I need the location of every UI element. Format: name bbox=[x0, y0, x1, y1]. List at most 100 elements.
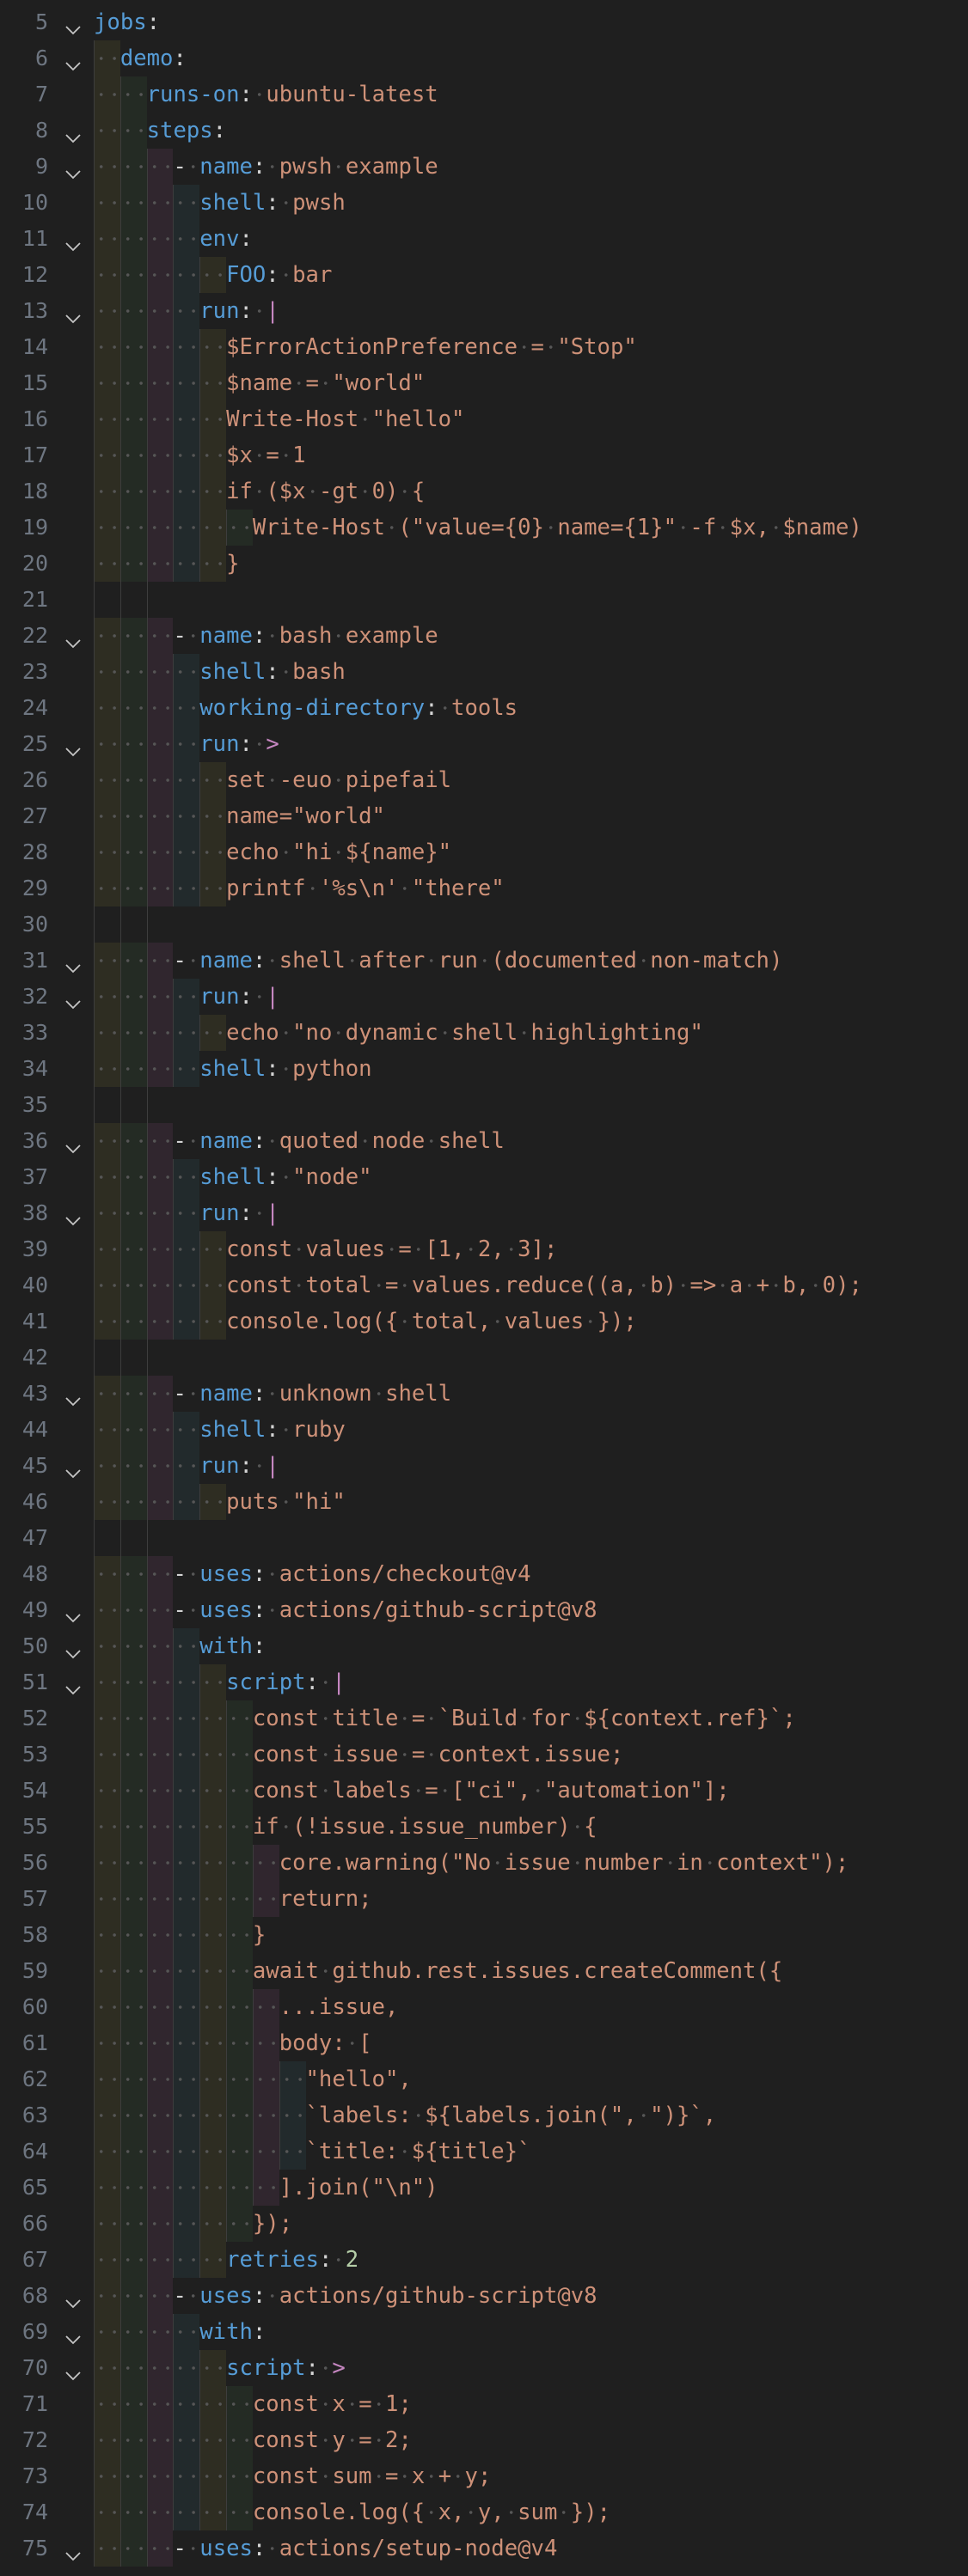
code-content[interactable]: $x = 1 bbox=[94, 437, 306, 473]
code-line[interactable]: 20 } bbox=[0, 546, 968, 582]
code-line[interactable]: 44 shell: ruby bbox=[0, 1412, 968, 1448]
code-content[interactable]: } bbox=[94, 1917, 266, 1953]
code-line[interactable]: 27 name="world" bbox=[0, 798, 968, 834]
code-line[interactable]: 24 working-directory: tools bbox=[0, 690, 968, 726]
code-content[interactable]: - name: bash example bbox=[94, 618, 438, 654]
code-line[interactable]: 73 const sum = x + y; bbox=[0, 2458, 968, 2494]
code-content[interactable]: shell: bash bbox=[94, 654, 346, 690]
chevron-down-icon[interactable] bbox=[64, 1205, 83, 1226]
chevron-down-icon[interactable] bbox=[64, 2540, 83, 2561]
code-content[interactable]: - name: quoted node shell bbox=[94, 1123, 505, 1159]
code-line[interactable]: 45 run: | bbox=[0, 1448, 968, 1484]
code-content[interactable]: console.log({ total, values }); bbox=[94, 1303, 637, 1340]
code-line[interactable]: 61 body: [ bbox=[0, 2025, 968, 2061]
code-content[interactable]: echo "hi ${name}" bbox=[94, 834, 451, 870]
chevron-down-icon[interactable] bbox=[64, 1602, 83, 1623]
code-content[interactable]: - name: shell after run (documented non-… bbox=[94, 943, 782, 979]
code-content[interactable]: ...issue, bbox=[94, 1989, 398, 2025]
code-content[interactable]: runs-on: ubuntu-latest bbox=[94, 76, 438, 113]
code-line[interactable]: 54 const labels = ["ci", "automation"]; bbox=[0, 1773, 968, 1809]
code-content[interactable]: const y = 2; bbox=[94, 2422, 412, 2458]
code-content[interactable]: const issue = context.issue; bbox=[94, 1737, 623, 1773]
code-line[interactable]: 16 Write-Host "hello" bbox=[0, 401, 968, 437]
code-content[interactable]: working-directory: tools bbox=[94, 690, 518, 726]
chevron-down-icon[interactable] bbox=[64, 952, 83, 974]
code-line[interactable]: 52 const title = `Build for ${context.re… bbox=[0, 1700, 968, 1737]
code-line[interactable]: 70 script: > bbox=[0, 2350, 968, 2386]
chevron-down-icon[interactable] bbox=[64, 1457, 83, 1479]
code-content[interactable]: FOO: bar bbox=[94, 257, 332, 293]
code-content[interactable]: run: | bbox=[94, 979, 279, 1015]
code-content[interactable]: return; bbox=[94, 1881, 372, 1917]
code-content[interactable]: - uses: actions/github-script@v8 bbox=[94, 2278, 597, 2314]
chevron-down-icon[interactable] bbox=[64, 1132, 83, 1154]
code-content[interactable]: const sum = x + y; bbox=[94, 2458, 491, 2494]
code-content[interactable]: body: [ bbox=[94, 2025, 372, 2061]
code-content[interactable]: const x = 1; bbox=[94, 2386, 412, 2422]
chevron-down-icon[interactable] bbox=[64, 50, 83, 71]
code-content[interactable]: run: | bbox=[94, 1448, 279, 1484]
code-line[interactable]: 39 const values = [1, 2, 3]; bbox=[0, 1231, 968, 1267]
code-line[interactable]: 11 env: bbox=[0, 221, 968, 257]
code-content[interactable]: shell: "node" bbox=[94, 1159, 372, 1195]
code-content[interactable]: console.log({ x, y, sum }); bbox=[94, 2494, 610, 2530]
code-line[interactable]: 15 $name = "world" bbox=[0, 365, 968, 401]
code-line[interactable]: 36 - name: quoted node shell bbox=[0, 1123, 968, 1159]
code-content[interactable]: Write-Host "hello" bbox=[94, 401, 464, 437]
code-content[interactable]: shell: ruby bbox=[94, 1412, 346, 1448]
code-line[interactable]: 31 - name: shell after run (documented n… bbox=[0, 943, 968, 979]
code-content[interactable]: }); bbox=[94, 2206, 292, 2242]
code-content[interactable]: const labels = ["ci", "automation"]; bbox=[94, 1773, 730, 1809]
code-content[interactable]: demo: bbox=[94, 40, 187, 76]
code-line[interactable]: 51 script: | bbox=[0, 1664, 968, 1700]
code-line[interactable]: 37 shell: "node" bbox=[0, 1159, 968, 1195]
code-line[interactable]: 21 bbox=[0, 582, 968, 618]
code-line[interactable]: 71 const x = 1; bbox=[0, 2386, 968, 2422]
code-line[interactable]: 60 ...issue, bbox=[0, 1989, 968, 2025]
code-line[interactable]: 35 bbox=[0, 1087, 968, 1123]
code-line[interactable]: 41 console.log({ total, values }); bbox=[0, 1303, 968, 1340]
chevron-down-icon[interactable] bbox=[64, 736, 83, 757]
code-content[interactable]: retries: 2 bbox=[94, 2242, 358, 2278]
code-line[interactable]: 57 return; bbox=[0, 1881, 968, 1917]
chevron-down-icon[interactable] bbox=[64, 302, 83, 324]
chevron-down-icon[interactable] bbox=[64, 2287, 83, 2309]
code-line[interactable]: 22 - name: bash example bbox=[0, 618, 968, 654]
code-content[interactable]: "hello", bbox=[94, 2061, 412, 2097]
code-line[interactable]: 32 run: | bbox=[0, 979, 968, 1015]
code-content[interactable]: const title = `Build for ${context.ref}`… bbox=[94, 1700, 796, 1737]
chevron-down-icon[interactable] bbox=[64, 2359, 83, 2381]
code-line[interactable]: 66 }); bbox=[0, 2206, 968, 2242]
code-line[interactable]: 74 console.log({ x, y, sum }); bbox=[0, 2494, 968, 2530]
code-content[interactable]: run: | bbox=[94, 293, 279, 329]
code-content[interactable]: const values = [1, 2, 3]; bbox=[94, 1231, 557, 1267]
code-content[interactable]: core.warning("No issue number in context… bbox=[94, 1845, 849, 1881]
code-line[interactable]: 67 retries: 2 bbox=[0, 2242, 968, 2278]
code-line[interactable]: 28 echo "hi ${name}" bbox=[0, 834, 968, 870]
code-line[interactable]: 34 shell: python bbox=[0, 1051, 968, 1087]
code-line[interactable]: 43 - name: unknown shell bbox=[0, 1376, 968, 1412]
code-content[interactable]: if ($x -gt 0) { bbox=[94, 473, 425, 510]
code-content[interactable]: script: | bbox=[94, 1664, 346, 1700]
code-line[interactable]: 63 `labels: ${labels.join(", ")}`, bbox=[0, 2097, 968, 2133]
code-content[interactable]: echo "no dynamic shell highlighting" bbox=[94, 1015, 703, 1051]
code-line[interactable]: 14 $ErrorActionPreference = "Stop" bbox=[0, 329, 968, 365]
code-line[interactable]: 53 const issue = context.issue; bbox=[0, 1737, 968, 1773]
code-line[interactable]: 50 with: bbox=[0, 1628, 968, 1664]
code-line[interactable]: 47 bbox=[0, 1520, 968, 1556]
chevron-down-icon[interactable] bbox=[64, 1674, 83, 1695]
code-line[interactable]: 62 "hello", bbox=[0, 2061, 968, 2097]
code-line[interactable]: 42 bbox=[0, 1340, 968, 1376]
code-line[interactable]: 55 if (!issue.issue_number) { bbox=[0, 1809, 968, 1845]
code-content[interactable]: ].join("\n") bbox=[94, 2170, 438, 2206]
code-line[interactable]: 13 run: | bbox=[0, 293, 968, 329]
code-content[interactable]: run: | bbox=[94, 1195, 279, 1231]
code-line[interactable]: 48 - uses: actions/checkout@v4 bbox=[0, 1556, 968, 1592]
code-line[interactable]: 8 steps: bbox=[0, 113, 968, 149]
chevron-down-icon[interactable] bbox=[64, 158, 83, 180]
code-line[interactable]: 75 - uses: actions/setup-node@v4 bbox=[0, 2530, 968, 2567]
code-content[interactable]: with: bbox=[94, 2314, 266, 2350]
chevron-down-icon[interactable] bbox=[64, 122, 83, 143]
code-line[interactable]: 6 demo: bbox=[0, 40, 968, 76]
code-content[interactable]: puts "hi" bbox=[94, 1484, 346, 1520]
